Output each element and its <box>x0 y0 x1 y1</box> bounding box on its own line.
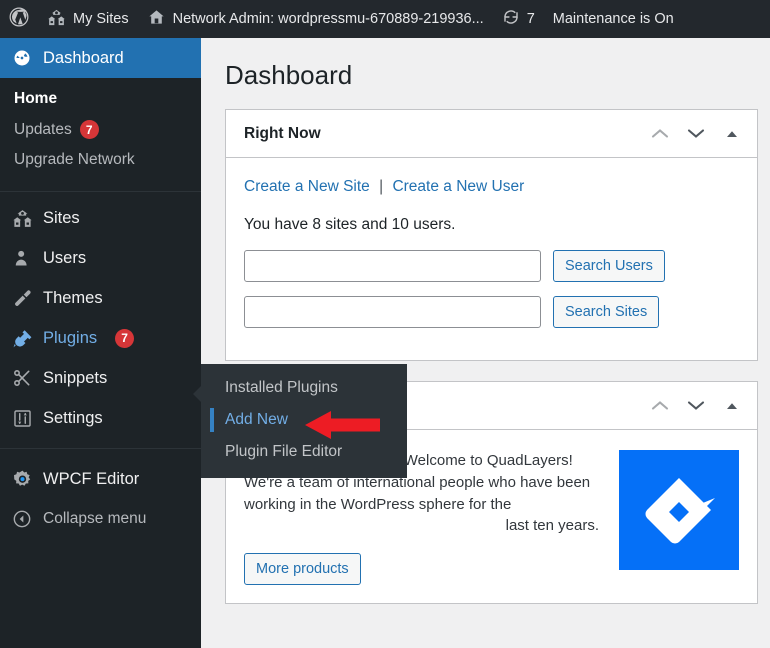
sidebar-item-plugins[interactable]: Plugins 7 <box>0 318 209 358</box>
sidebar-item-dashboard[interactable]: Dashboard <box>0 38 209 78</box>
collapse-menu-button[interactable]: Collapse menu <box>0 499 201 539</box>
wordpress-logo-icon <box>9 7 29 31</box>
sidebar-item-label: WPCF Editor <box>43 469 140 488</box>
submenu-item-updates[interactable]: Updates 7 <box>0 114 201 145</box>
submenu-item-home[interactable]: Home <box>0 84 201 114</box>
admin-sidebar: Dashboard Home Updates 7 Upgrade Network… <box>0 38 209 648</box>
right-now-body: Create a New Site | Create a New User Yo… <box>226 158 757 360</box>
my-sites-label: My Sites <box>73 11 129 27</box>
panel-controls <box>645 119 747 149</box>
right-now-panel: Right Now Create a New Site | Create a N… <box>225 109 758 361</box>
panel-controls <box>645 391 747 421</box>
collapse-left-icon <box>11 508 33 530</box>
red-arrow-left-icon <box>305 408 380 442</box>
chevron-down-icon[interactable] <box>681 119 711 149</box>
flyout-item-label: Plugin File Editor <box>225 443 343 460</box>
submenu-label: Home <box>14 90 58 107</box>
updates-menu[interactable]: 7 <box>493 0 544 38</box>
sidebar-item-label: Sites <box>43 208 80 227</box>
menu-separator <box>0 448 201 449</box>
triangle-up-icon[interactable] <box>717 119 747 149</box>
link-separator: | <box>379 178 384 195</box>
panel-title: Right Now <box>244 124 321 142</box>
flyout-arrow-icon <box>193 386 201 402</box>
updates-badge: 7 <box>79 120 99 139</box>
dashboard-submenu: Home Updates 7 Upgrade Network <box>0 78 201 187</box>
chevron-up-icon[interactable] <box>645 391 675 421</box>
flyout-item-label: Add New <box>225 411 288 428</box>
sliders-icon <box>11 407 33 429</box>
maintenance-status[interactable]: Maintenance is On <box>544 0 683 38</box>
sidebar-item-users[interactable]: Users <box>0 238 201 278</box>
submenu-label: Upgrade Network <box>14 151 135 168</box>
dashboard-gauge-icon <box>11 47 33 69</box>
flyout-item-installed-plugins[interactable]: Installed Plugins <box>201 372 407 404</box>
paintbrush-icon <box>11 287 33 309</box>
search-sites-input[interactable] <box>244 296 541 328</box>
search-sites-row: Search Sites <box>244 296 739 328</box>
sidebar-item-label: Dashboard <box>43 48 124 67</box>
more-products-button[interactable]: More products <box>244 553 361 585</box>
right-now-links: Create a New Site | Create a New User <box>244 178 739 196</box>
search-sites-button[interactable]: Search Sites <box>553 296 660 328</box>
network-admin-menu[interactable]: Network Admin: wordpressmu-670889-219936… <box>138 0 493 38</box>
counts-text: You have 8 sites and 10 users. <box>244 216 456 233</box>
sidebar-item-label: Settings <box>43 408 103 427</box>
scissors-icon <box>11 367 33 389</box>
chevron-up-icon[interactable] <box>645 119 675 149</box>
sites-buildings-icon <box>47 8 66 31</box>
user-icon <box>11 247 33 269</box>
update-arrows-icon <box>502 8 520 30</box>
plugins-badge: 7 <box>115 328 135 348</box>
create-new-user-link[interactable]: Create a New User <box>392 178 524 195</box>
maintenance-label: Maintenance is On <box>552 11 674 27</box>
wp-logo-menu[interactable] <box>0 0 38 38</box>
plug-icon <box>11 327 33 349</box>
sidebar-item-settings[interactable]: Settings <box>0 398 201 438</box>
gear-icon <box>11 468 33 490</box>
sidebar-item-themes[interactable]: Themes <box>0 278 201 318</box>
updates-count: 7 <box>526 11 535 27</box>
menu-separator <box>0 191 201 192</box>
network-admin-label: Network Admin: wordpressmu-670889-219936… <box>172 11 484 27</box>
sidebar-item-label: Snippets <box>43 368 108 387</box>
house-icon <box>147 8 166 31</box>
page-title: Dashboard <box>225 60 353 90</box>
sidebar-item-label: Users <box>43 248 87 267</box>
create-new-site-link[interactable]: Create a New Site <box>244 178 370 195</box>
right-now-header: Right Now <box>226 110 757 158</box>
submenu-item-upgrade-network[interactable]: Upgrade Network <box>0 145 201 175</box>
quadlayers-logo-icon <box>619 450 739 570</box>
triangle-up-icon[interactable] <box>717 391 747 421</box>
flyout-item-label: Installed Plugins <box>225 379 338 396</box>
my-sites-menu[interactable]: My Sites <box>38 0 138 38</box>
admin-bar: My Sites Network Admin: wordpressmu-6708… <box>0 0 770 38</box>
search-users-input[interactable] <box>244 250 541 282</box>
quadlayers-description-lastline: last ten years. <box>505 517 599 535</box>
search-users-row: Search Users <box>244 250 739 282</box>
sidebar-item-label: Plugins <box>43 328 98 347</box>
collapse-menu-label: Collapse menu <box>43 510 147 527</box>
sidebar-item-wpcf-editor[interactable]: WPCF Editor <box>0 459 201 499</box>
sidebar-item-snippets[interactable]: Snippets <box>0 358 201 398</box>
sidebar-item-label: Themes <box>43 288 103 307</box>
submenu-label: Updates <box>14 120 72 138</box>
chevron-down-icon[interactable] <box>681 391 711 421</box>
main-content: Dashboard Right Now Create a New Site | <box>201 38 770 648</box>
search-users-button[interactable]: Search Users <box>553 250 665 282</box>
sidebar-item-sites[interactable]: Sites <box>0 198 201 238</box>
sites-buildings-icon <box>11 207 33 229</box>
